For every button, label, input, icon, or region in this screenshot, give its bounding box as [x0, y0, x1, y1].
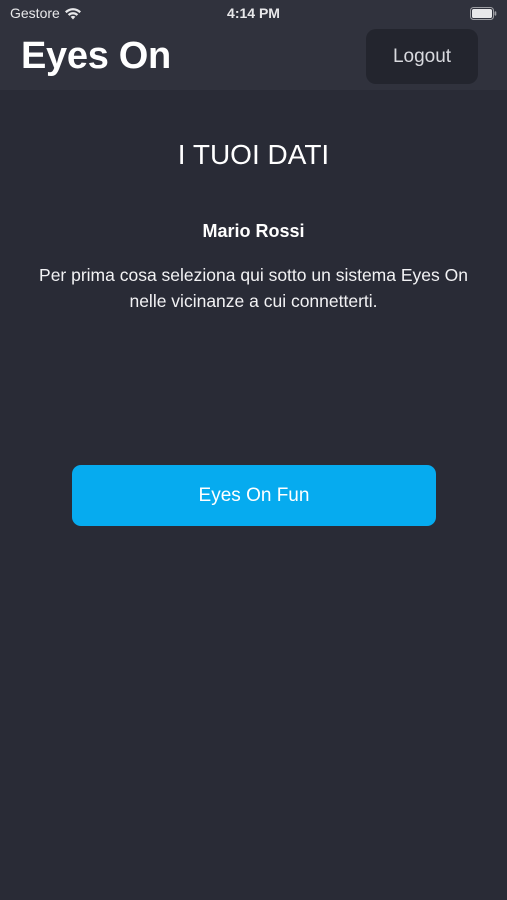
instructions-text: Per prima cosa seleziona qui sotto un si…: [39, 265, 468, 311]
battery-icon: [470, 7, 497, 20]
user-name: Mario Rossi: [202, 221, 305, 241]
status-time: 4:14 PM: [227, 5, 280, 21]
app-title: Eyes On: [21, 35, 171, 77]
section-title: I TUOI DATI: [177, 139, 330, 170]
status-bar: Gestore 4:14 PM: [0, 0, 507, 28]
logout-button[interactable]: Logout: [366, 29, 478, 84]
device-button-eyes-on-fun[interactable]: Eyes On Fun: [72, 465, 436, 526]
